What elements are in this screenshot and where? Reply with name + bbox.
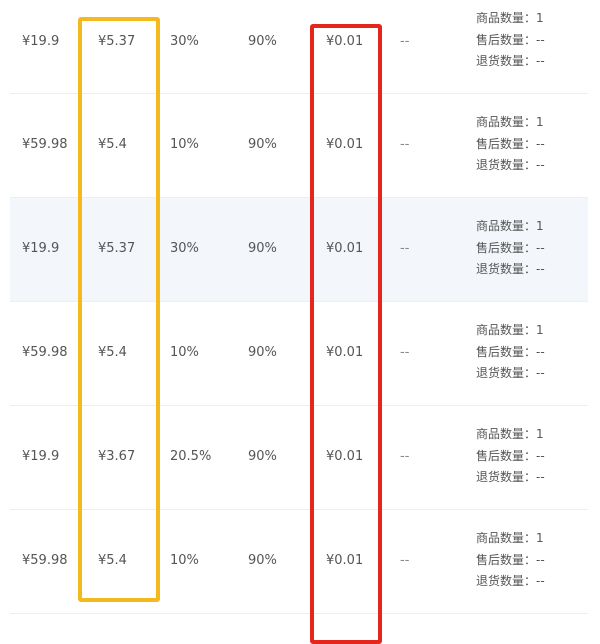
after-sales-label: 售后数量：-- bbox=[476, 448, 545, 463]
stats-cell: 商品数量：1 售后数量：-- 退货数量：-- bbox=[476, 8, 545, 73]
rate-cell: 10% bbox=[170, 553, 199, 568]
discount-cell: 90% bbox=[248, 345, 277, 360]
final-price-cell: ¥0.01 bbox=[326, 137, 364, 152]
goods-count-label: 商品数量：1 bbox=[476, 323, 544, 337]
after-sales-label: 售后数量：-- bbox=[476, 344, 545, 359]
cost-cell: ¥3.67 bbox=[98, 449, 136, 464]
after-sales-label: 售后数量：-- bbox=[476, 240, 545, 255]
discount-cell: 90% bbox=[248, 553, 277, 568]
table-row: ¥59.98 ¥5.4 10% 90% ¥0.01 -- 商品数量：1 售后数量… bbox=[10, 510, 588, 614]
empty-cell: -- bbox=[400, 137, 410, 152]
returns-label: 退货数量：-- bbox=[476, 262, 545, 276]
price-cell: ¥19.9 bbox=[22, 241, 60, 256]
price-cell: ¥59.98 bbox=[22, 345, 68, 360]
price-cell: ¥59.98 bbox=[22, 137, 68, 152]
final-price-cell: ¥0.01 bbox=[326, 345, 364, 360]
discount-cell: 90% bbox=[248, 449, 277, 464]
stats-cell: 商品数量：1 售后数量：-- 退货数量：-- bbox=[476, 216, 545, 281]
cost-cell: ¥5.37 bbox=[98, 34, 136, 49]
empty-cell: -- bbox=[400, 241, 410, 256]
price-cell: ¥19.9 bbox=[22, 449, 60, 464]
goods-count-label: 商品数量：1 bbox=[476, 531, 544, 545]
final-price-cell: ¥0.01 bbox=[326, 34, 364, 49]
stats-cell: 商品数量：1 售后数量：-- 退货数量：-- bbox=[476, 320, 545, 385]
after-sales-label: 售后数量：-- bbox=[476, 32, 545, 47]
discount-cell: 90% bbox=[248, 34, 277, 49]
returns-label: 退货数量：-- bbox=[476, 54, 545, 68]
after-sales-label: 售后数量：-- bbox=[476, 552, 545, 567]
discount-cell: 90% bbox=[248, 137, 277, 152]
rate-cell: 10% bbox=[170, 137, 199, 152]
cost-cell: ¥5.37 bbox=[98, 241, 136, 256]
stats-cell: 商品数量：1 售后数量：-- 退货数量：-- bbox=[476, 424, 545, 489]
goods-count-label: 商品数量：1 bbox=[476, 427, 544, 441]
empty-cell: -- bbox=[400, 553, 410, 568]
empty-cell: -- bbox=[400, 345, 410, 360]
table-row: ¥19.9 ¥5.37 30% 90% ¥0.01 -- 商品数量：1 售后数量… bbox=[10, 0, 588, 94]
returns-label: 退货数量：-- bbox=[476, 574, 545, 588]
table-row: ¥19.9 ¥3.67 20.5% 90% ¥0.01 -- 商品数量：1 售后… bbox=[10, 406, 588, 510]
table-row: ¥59.98 ¥5.4 10% 90% ¥0.01 -- 商品数量：1 售后数量… bbox=[10, 302, 588, 406]
table-row: ¥19.9 ¥5.37 30% 90% ¥0.01 -- 商品数量：1 售后数量… bbox=[10, 198, 588, 302]
discount-cell: 90% bbox=[248, 241, 277, 256]
rate-cell: 20.5% bbox=[170, 449, 212, 464]
stats-cell: 商品数量：1 售后数量：-- 退货数量：-- bbox=[476, 528, 545, 593]
rate-cell: 30% bbox=[170, 34, 199, 49]
cost-cell: ¥5.4 bbox=[98, 553, 127, 568]
returns-label: 退货数量：-- bbox=[476, 366, 545, 380]
final-price-cell: ¥0.01 bbox=[326, 449, 364, 464]
empty-cell: -- bbox=[400, 34, 410, 49]
returns-label: 退货数量：-- bbox=[476, 470, 545, 484]
rate-cell: 10% bbox=[170, 345, 199, 360]
table-row: ¥59.98 ¥5.4 10% 90% ¥0.01 -- 商品数量：1 售后数量… bbox=[10, 94, 588, 198]
empty-cell: -- bbox=[400, 449, 410, 464]
goods-count-label: 商品数量：1 bbox=[476, 219, 544, 233]
goods-count-label: 商品数量：1 bbox=[476, 115, 544, 129]
rate-cell: 30% bbox=[170, 241, 199, 256]
order-items-table: ¥19.9 ¥5.37 30% 90% ¥0.01 -- 商品数量：1 售后数量… bbox=[0, 0, 600, 623]
cost-cell: ¥5.4 bbox=[98, 137, 127, 152]
price-cell: ¥59.98 bbox=[22, 553, 68, 568]
goods-count-label: 商品数量：1 bbox=[476, 11, 544, 25]
after-sales-label: 售后数量：-- bbox=[476, 136, 545, 151]
cost-cell: ¥5.4 bbox=[98, 345, 127, 360]
stats-cell: 商品数量：1 售后数量：-- 退货数量：-- bbox=[476, 112, 545, 177]
returns-label: 退货数量：-- bbox=[476, 158, 545, 172]
final-price-cell: ¥0.01 bbox=[326, 553, 364, 568]
price-cell: ¥19.9 bbox=[22, 34, 60, 49]
final-price-cell: ¥0.01 bbox=[326, 241, 364, 256]
